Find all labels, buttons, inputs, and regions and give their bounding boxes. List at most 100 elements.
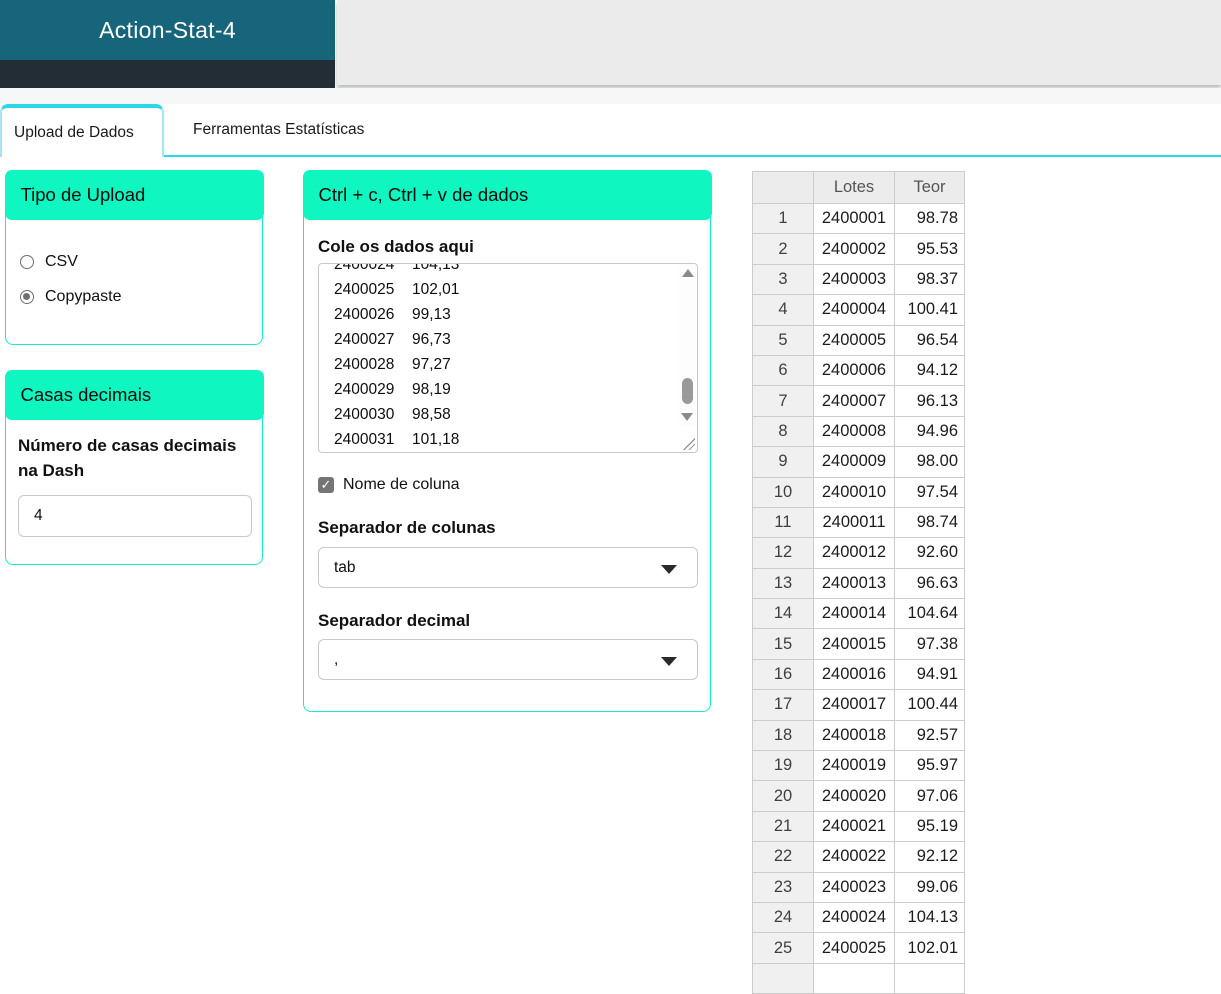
row-number-cell: 20 [752,780,814,812]
teor-cell: 92.12 [894,841,965,873]
table-row: 13 2400013 96.63 [752,567,965,600]
teor-cell: 98.78 [894,202,965,235]
row-number-cell: 18 [752,719,814,752]
row-number-cell: 9 [752,446,814,478]
teor-cell: 95.53 [894,233,965,265]
lote-cell: 2400006 [813,354,895,387]
paste-textarea-content: 2400024 104,13 2400025 102,01 2400026 99,13 24… [334,264,459,452]
lote-cell: 2400025 [813,932,895,964]
teor-cell: 98.37 [894,263,965,296]
radio-unselected-icon[interactable] [20,254,34,269]
paste-card: Ctrl + c, Ctrl + v de dados Cole os dado… [302,169,712,712]
row-number-cell: 16 [752,658,814,691]
tab-ferramentas-estatisticas[interactable]: Ferramentas Estatísticas [193,104,364,155]
teor-cell: 92.57 [894,719,965,752]
column-name-checkbox-label: Nome de coluna [343,476,460,493]
lote-cell: 2400003 [813,263,895,296]
radio-option-csv[interactable]: CSV [20,253,262,271]
table-row: 19 2400019 95.97 [752,750,965,782]
lote-cell: 2400014 [813,598,895,630]
teor-cell: 97.54 [894,476,965,508]
teor-cell: 100.44 [894,689,965,721]
lote-cell: 2400009 [813,446,895,478]
row-number-cell: 5 [752,324,814,356]
tab-upload-de-dados[interactable]: Upload de Dados [0,104,164,157]
teor-cell: 102.01 [894,932,965,964]
upload-type-card-header: Tipo de Upload [4,169,264,220]
dec-separator-label: Separador decimal [318,611,471,630]
row-number-cell: 2 [752,233,814,265]
row-number-cell: 22 [752,841,814,873]
teor-cell: 96.63 [894,567,965,600]
table-row: 5 2400005 96.54 [752,324,965,356]
lote-cell: 2400012 [813,537,895,569]
row-number-cell: 14 [752,598,814,630]
lote-cell: 2400013 [813,567,895,600]
table-row: 25 2400025 102.01 [752,932,965,964]
upload-type-radio-group: CSV Copypaste [6,220,262,306]
chevron-down-icon [661,565,677,574]
row-number-cell: 19 [752,750,814,782]
row-number-cell: 11 [752,506,814,539]
resize-grip-icon[interactable] [683,438,695,450]
empty-cell [813,962,895,994]
paste-card-header: Ctrl + c, Ctrl + v de dados [302,169,712,220]
teor-cell: 98.00 [894,446,965,478]
teor-cell: 96.54 [894,324,965,356]
pasted-data-line: 2400027 96,73 [334,331,451,348]
row-number-cell: 3 [752,263,814,296]
lote-cell: 2400011 [813,506,895,539]
row-number-cell: 23 [752,871,814,903]
teor-cell: 95.97 [894,750,965,782]
lote-cell: 2400023 [813,871,895,903]
row-number-cell: 12 [752,537,814,569]
chevron-down-icon [661,657,677,666]
dec-separator-select[interactable]: , [318,639,698,680]
scrollbar-thumb[interactable] [682,378,693,404]
scroll-up-icon[interactable] [681,269,694,277]
column-name-checkbox[interactable]: ✓ [318,477,334,493]
table-row: 16 2400016 94.91 [752,658,965,691]
table-header-cell: Lotes [813,171,895,204]
table-row: 6 2400006 94.12 [752,354,965,387]
lote-cell: 2400010 [813,476,895,508]
table-row: 4 2400004 100.41 [752,294,965,326]
row-number-cell: 4 [752,294,814,326]
paste-textarea-label: Cole os dados aqui [318,237,474,256]
teor-cell: 100.41 [894,294,965,326]
radio-selected-icon[interactable] [20,289,34,304]
teor-cell: 97.06 [894,780,965,812]
table-header-row: Lotes Teor [752,171,965,204]
table-row-partial [752,962,965,994]
lote-cell: 2400016 [813,658,895,691]
lote-cell: 2400022 [813,841,895,873]
decimals-input[interactable] [18,494,252,537]
col-separator-value: tab [334,558,356,576]
col-separator-select[interactable]: tab [318,547,698,588]
table-row: 15 2400015 97.38 [752,628,965,660]
radio-option-copypaste[interactable]: Copypaste [20,288,262,306]
textarea-scrollbar[interactable] [679,265,696,427]
row-number-cell: 17 [752,689,814,721]
lote-cell: 2400001 [813,202,895,235]
table-header-cell [752,171,814,204]
lote-cell: 2400018 [813,719,895,752]
table-row: 21 2400021 95.19 [752,810,965,843]
teor-cell: 96.13 [894,385,965,417]
empty-cell [752,962,814,994]
teor-cell: 95.19 [894,810,965,843]
col-separator-label: Separador de colunas [318,518,496,537]
paste-textarea[interactable]: 2400024 104,13 2400025 102,01 2400026 99,13 24… [318,263,698,453]
lote-cell: 2400004 [813,294,895,326]
tabbar-underline [0,155,1221,157]
table-row: 12 2400012 92.60 [752,537,965,569]
table-row: 22 2400022 92.12 [752,841,965,873]
lote-cell: 2400019 [813,750,895,782]
lote-cell: 2400007 [813,385,895,417]
table-row: 2 2400002 95.53 [752,233,965,265]
lote-cell: 2400017 [813,689,895,721]
teor-cell: 94.12 [894,354,965,387]
teor-cell: 98.74 [894,506,965,539]
scroll-down-icon[interactable] [681,413,693,421]
tab-label: Ferramentas Estatísticas [193,120,365,138]
